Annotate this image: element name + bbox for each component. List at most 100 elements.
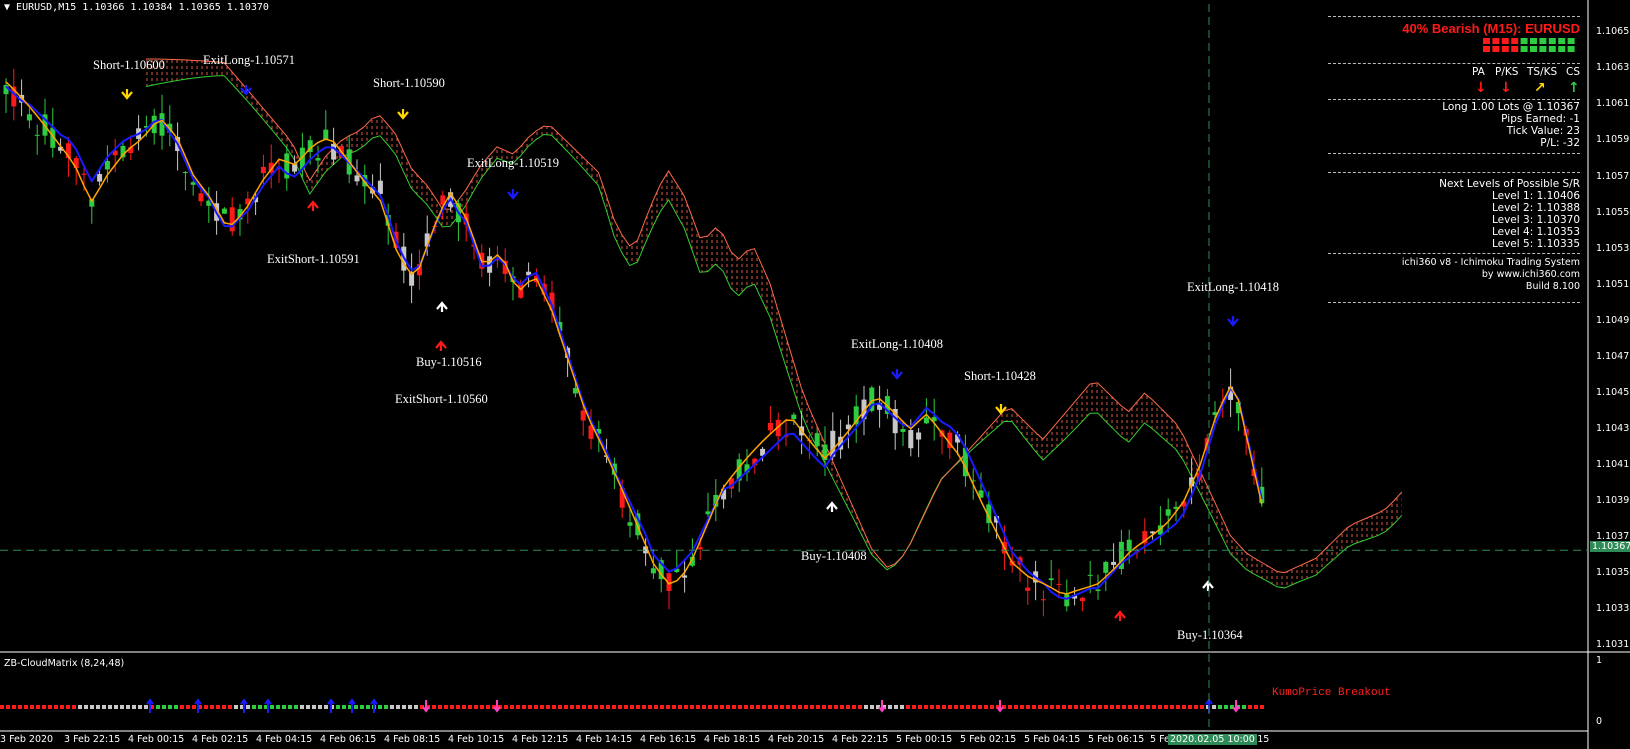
x-tick: 5 Feb 02:15 bbox=[960, 734, 1017, 745]
sr-level: Level 1: 1.10406 bbox=[1491, 190, 1580, 202]
meter-cell bbox=[1483, 46, 1490, 52]
matrix-cell bbox=[96, 705, 100, 709]
matrix-cell bbox=[324, 705, 328, 709]
y-tick: 1.10575 bbox=[1596, 171, 1630, 182]
matrix-cell bbox=[714, 705, 718, 709]
matrix-cell bbox=[1080, 705, 1084, 709]
signal-label: Buy-1.10364 bbox=[1177, 628, 1243, 642]
signal-label: ExitLong-1.10519 bbox=[467, 156, 560, 170]
panel-divider bbox=[1328, 253, 1580, 254]
pips-label: Pips Earned: -1 bbox=[1501, 113, 1580, 125]
matrix-cell bbox=[534, 705, 538, 709]
matrix-cell bbox=[438, 705, 442, 709]
matrix-cell bbox=[666, 705, 670, 709]
ichimoku-cloud bbox=[145, 58, 1403, 589]
matrix-cell bbox=[750, 705, 754, 709]
matrix-cell bbox=[342, 705, 346, 709]
matrix-cell bbox=[1014, 705, 1018, 709]
matrix-cell bbox=[144, 705, 148, 709]
signal-label: Short-1.10590 bbox=[373, 76, 445, 90]
candle bbox=[1048, 578, 1054, 581]
matrix-cell bbox=[180, 705, 184, 709]
candles bbox=[3, 68, 1265, 617]
matrix-cell bbox=[474, 705, 478, 709]
current-price-tag: 1.10367 bbox=[1590, 541, 1630, 552]
matrix-cell bbox=[1254, 705, 1258, 709]
matrix-cell bbox=[1032, 705, 1036, 709]
chart-frame bbox=[0, 0, 1630, 749]
y-tick: 1.10395 bbox=[1596, 495, 1630, 506]
meter-cell bbox=[1511, 38, 1519, 44]
x-tick: 4 Feb 16:15 bbox=[640, 734, 697, 745]
meter-cell bbox=[1539, 46, 1547, 52]
candle bbox=[1103, 561, 1109, 573]
matrix-cell bbox=[1086, 705, 1090, 709]
x-tick: 4 Feb 10:15 bbox=[448, 734, 505, 745]
matrix-cell bbox=[336, 705, 340, 709]
matrix-cell bbox=[378, 705, 382, 709]
matrix-cell bbox=[696, 705, 700, 709]
candle bbox=[377, 180, 383, 194]
matrix-cell bbox=[738, 705, 742, 709]
x-tick: 4 Feb 22:15 bbox=[832, 734, 889, 745]
matrix-cell bbox=[156, 705, 160, 709]
matrix-cell bbox=[600, 705, 604, 709]
matrix-cell bbox=[870, 705, 874, 709]
matrix-cell bbox=[552, 705, 556, 709]
candle bbox=[627, 522, 633, 526]
matrix-cell bbox=[1194, 705, 1198, 709]
matrix-cell bbox=[36, 705, 40, 709]
candle bbox=[1064, 594, 1070, 607]
matrix-cell bbox=[282, 705, 286, 709]
matrix-cell bbox=[66, 705, 70, 709]
signal-label: ExitLong-1.10418 bbox=[1187, 280, 1280, 294]
signal-label: Short-1.10428 bbox=[964, 369, 1036, 383]
y-tick: 1.10455 bbox=[1596, 387, 1630, 398]
x-tick: 3 Feb 2020 bbox=[0, 734, 54, 745]
matrix-cell bbox=[630, 705, 634, 709]
matrix-cell bbox=[462, 705, 466, 709]
matrix-cell bbox=[54, 705, 58, 709]
matrix-cell bbox=[954, 705, 958, 709]
sr-level: Level 3: 1.10370 bbox=[1491, 214, 1580, 226]
matrix-cell bbox=[1038, 705, 1042, 709]
sr-level: Level 4: 1.10353 bbox=[1491, 226, 1580, 238]
matrix-cell bbox=[1008, 705, 1012, 709]
signal-arrow-icon bbox=[1114, 610, 1126, 621]
x-tick: 5 Feb 06:15 bbox=[1088, 734, 1145, 745]
candle bbox=[323, 129, 329, 140]
matrix-cell bbox=[12, 705, 16, 709]
matrix-cell bbox=[1044, 705, 1048, 709]
matrix-cell bbox=[1182, 705, 1186, 709]
matrix-cell bbox=[414, 705, 418, 709]
matrix-cell bbox=[366, 705, 370, 709]
meter-cell bbox=[1511, 46, 1519, 52]
chart-canvas[interactable] bbox=[0, 0, 1630, 749]
matrix-cell bbox=[1224, 705, 1228, 709]
matrix-cell bbox=[402, 705, 406, 709]
candle bbox=[791, 414, 797, 420]
footer-line: ichi360 v8 - Ichimoku Trading System bbox=[1401, 257, 1580, 268]
matrix-cell bbox=[984, 705, 988, 709]
matrix-cell bbox=[606, 705, 610, 709]
matrix-cell bbox=[912, 705, 916, 709]
matrix-cell bbox=[390, 705, 394, 709]
matrix-cell bbox=[468, 705, 472, 709]
y-tick: 1.10435 bbox=[1596, 423, 1630, 434]
cloud-matrix-bar bbox=[0, 698, 1264, 713]
matrix-cell bbox=[966, 705, 970, 709]
matrix-cell bbox=[300, 705, 304, 709]
panel-divider bbox=[1328, 16, 1580, 17]
indicator-title: ZB-CloudMatrix (8,24,48) bbox=[4, 658, 125, 669]
matrix-cell bbox=[732, 705, 736, 709]
pl-label: P/L: -32 bbox=[1540, 137, 1580, 149]
matrix-cell bbox=[570, 705, 574, 709]
x-tick: 4 Feb 18:15 bbox=[704, 734, 761, 745]
meter-cell bbox=[1548, 46, 1556, 52]
matrix-cell bbox=[114, 705, 118, 709]
crosshair-time-tag: 2020.02.05 10:00 bbox=[1168, 734, 1257, 745]
matrix-cell bbox=[1152, 705, 1156, 709]
signal-arrows bbox=[121, 85, 1239, 621]
signal-arrow-icon bbox=[1227, 316, 1239, 327]
tsks-arrow-up-right-icon: ↗ bbox=[1534, 80, 1546, 96]
